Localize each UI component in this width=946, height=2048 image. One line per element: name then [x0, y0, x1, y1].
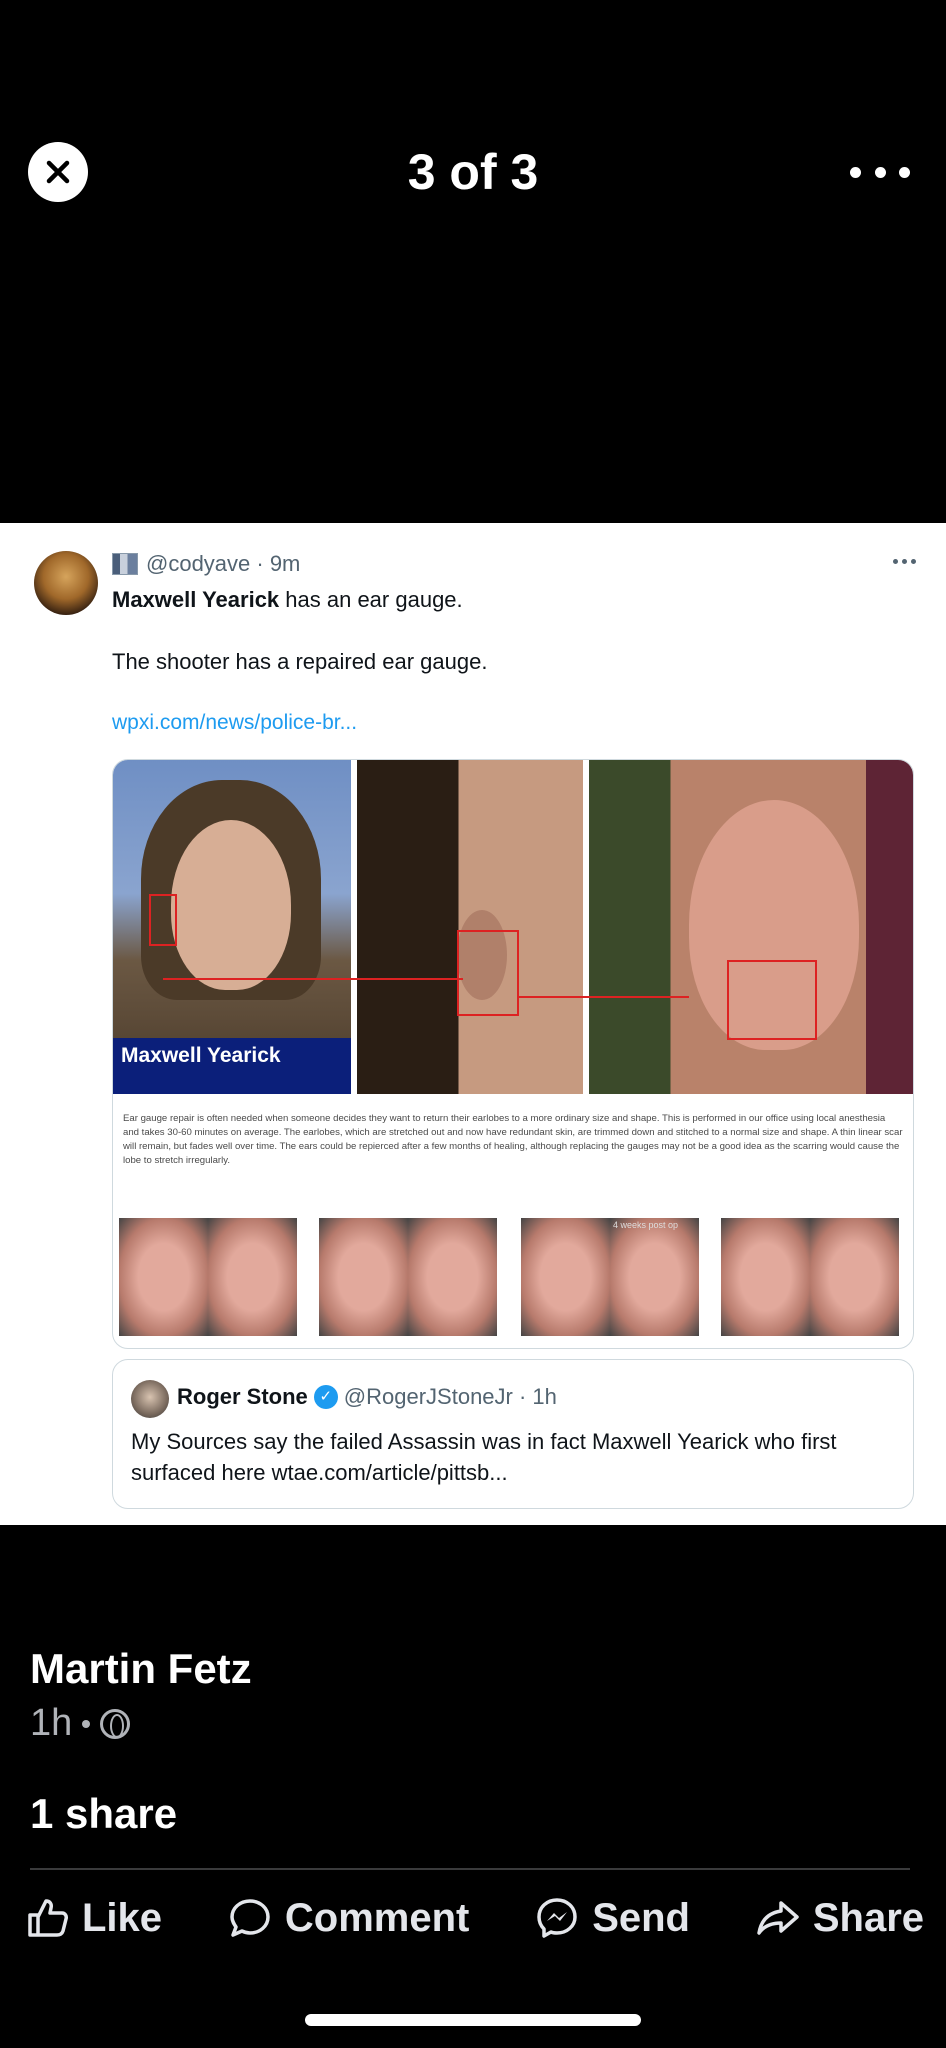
- connector-line: [163, 978, 463, 980]
- comment-icon: [230, 1899, 270, 1937]
- like-label: Like: [82, 1895, 163, 1940]
- post-time: 1h: [30, 1702, 73, 1744]
- more-dot: [850, 166, 861, 178]
- quoted-handle-meta: @RogerJStoneJr · 1h: [343, 1384, 557, 1409]
- separator-dot: [82, 1719, 91, 1728]
- flag-icon: [112, 553, 138, 575]
- like-button[interactable]: Like: [24, 1895, 162, 1941]
- action-bar: Like Comment Send Share: [24, 1890, 924, 1946]
- share-button[interactable]: Share: [755, 1895, 924, 1941]
- post-photo[interactable]: @codyave · 9m Maxwell Yearick has an ear…: [0, 523, 946, 1525]
- ear-thumbnail: [721, 1218, 899, 1336]
- highlight-box: [457, 930, 519, 1016]
- tweet-mention-name: Maxwell Yearick: [112, 587, 280, 612]
- highlight-box: [727, 960, 817, 1040]
- tweet-text-line2: The shooter has a repaired ear gauge.: [112, 649, 488, 674]
- repaired-ear-image: [589, 760, 913, 1094]
- quoted-author-avatar: [131, 1380, 169, 1418]
- comment-label: Comment: [284, 1895, 470, 1940]
- home-indicator[interactable]: [305, 2014, 641, 2026]
- share-arrow-icon: [757, 1901, 799, 1935]
- quoted-tweet-text: My Sources say the failed Assassin was i…: [131, 1429, 837, 1485]
- tweet-text-line1: Maxwell Yearick has an ear gauge.: [112, 587, 463, 613]
- tweet-link: wpxi.com/news/police-br...: [112, 711, 358, 734]
- share-label: Share: [812, 1895, 924, 1940]
- quoted-tweet: Roger Stone ✓ @RogerJStoneJr · 1h My Sou…: [112, 1359, 914, 1509]
- post-author-name[interactable]: Martin Fetz: [30, 1645, 252, 1693]
- ear-closeup-image: [357, 760, 583, 1094]
- image-description-text: Ear gauge repair is often needed when so…: [123, 1113, 903, 1166]
- highlight-box: [149, 894, 177, 946]
- mugshot-caption: Maxwell Yearick: [113, 1038, 351, 1094]
- more-options-button[interactable]: [850, 150, 910, 194]
- quoted-author: Roger Stone ✓ @RogerJStoneJr · 1h: [177, 1384, 557, 1410]
- share-count[interactable]: 1 share: [30, 1790, 177, 1838]
- tweet-author-avatar: [34, 551, 98, 615]
- ear-thumbnail: [119, 1218, 297, 1336]
- divider: [30, 1868, 910, 1870]
- comment-button[interactable]: Comment: [227, 1895, 469, 1941]
- tweet-text-rest: has an ear gauge.: [279, 587, 463, 612]
- quoted-author-name: Roger Stone: [177, 1384, 308, 1409]
- globe-icon: [100, 1708, 131, 1739]
- verified-badge-icon: ✓: [313, 1385, 338, 1409]
- send-button[interactable]: Send: [534, 1895, 690, 1941]
- more-dot: [899, 166, 910, 178]
- photo-counter: 3 of 3: [407, 144, 539, 200]
- tweet-handle-meta: @codyave · 9m: [146, 551, 301, 576]
- tweet-more-icon: [893, 559, 916, 564]
- more-dot: [874, 166, 886, 178]
- messenger-icon: [537, 1898, 577, 1938]
- post-meta: 1h: [30, 1702, 131, 1745]
- ear-thumbnail: 4 weeks post op: [521, 1218, 699, 1336]
- thumb-overlay-text: 4 weeks post op: [613, 1220, 679, 1230]
- tweet-media-card: Maxwell Yearick Ear gauge repair is ofte…: [112, 759, 914, 1349]
- send-label: Send: [592, 1895, 690, 1940]
- thumbs-up-icon: [28, 1899, 68, 1937]
- connector-line: [519, 996, 689, 998]
- ear-thumbnail: [319, 1218, 497, 1336]
- tweet-header: @codyave · 9m: [112, 551, 300, 577]
